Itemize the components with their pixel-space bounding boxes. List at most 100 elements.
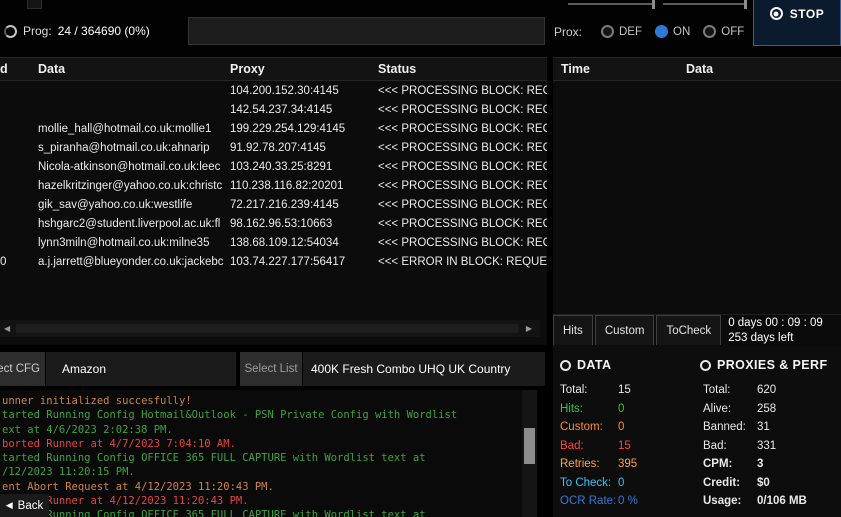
stat-label: Credit: [703, 477, 757, 489]
cell-status: <<< ERROR IN BLOCK: REQUE [378, 256, 547, 268]
data-icon [560, 360, 571, 371]
stat-value: 620 [757, 384, 776, 396]
proxy-stats-title: PROXIES & PERF [717, 358, 827, 372]
data-stats-header: DATA [560, 358, 611, 372]
capture-panel: Time Data HitsCustomToCheck 0 days 00 : … [553, 57, 841, 345]
select-cfg-button[interactable]: elect CFG [0, 352, 45, 386]
data-stat-row: Hits:0 [560, 400, 638, 419]
stat-label: Banned: [703, 421, 757, 433]
table-row[interactable]: 142.54.237.34:4145<<< PROCESSING BLOCK: … [0, 100, 547, 119]
radio-label: OFF [721, 26, 744, 38]
data-stats-title: DATA [577, 358, 611, 372]
slider-track[interactable] [568, 3, 654, 5]
col-header-capture-data: Data [678, 62, 841, 76]
col-header-status: Status [378, 62, 547, 76]
stat-label: Bad: [560, 440, 618, 452]
col-header-data: Data [30, 62, 228, 76]
proxy-option-on[interactable]: ON [655, 25, 690, 38]
select-list-button[interactable]: Select List [240, 352, 302, 386]
back-arrow-icon: ◀ [6, 500, 13, 511]
tab-hits[interactable]: Hits [553, 315, 593, 346]
radio-icon[interactable] [601, 25, 614, 38]
table-row[interactable]: Nicola-atkinson@hotmail.co.uk:leec103.24… [0, 157, 547, 176]
proxy-stat-row: Alive:258 [703, 400, 807, 419]
scrollbar-thumb[interactable] [16, 324, 518, 333]
scroll-right-icon[interactable]: ▶ [526, 324, 532, 333]
table-row[interactable]: 0a.j.jarrett@blueyonder.co.uk:jackebc103… [0, 252, 547, 271]
data-stat-row: Custom:0 [560, 418, 638, 437]
result-tabs: HitsCustomToCheck [553, 315, 721, 346]
back-button[interactable]: ◀ Back [0, 494, 49, 517]
cell-data: Nicola-atkinson@hotmail.co.uk:leec [30, 161, 228, 173]
proxy-stats-rows: Total:620Alive:258Banned:31Bad:331CPM:3C… [703, 381, 807, 511]
proxy-option-off[interactable]: OFF [703, 25, 744, 38]
stat-label: CPM: [703, 458, 757, 470]
table-row[interactable]: gik_sav@yahoo.co.uk:westlife72.217.216.2… [0, 195, 547, 214]
cell-data: hazelkritzinger@yahoo.co.uk:christc [30, 180, 228, 192]
stat-value: 0 [618, 421, 624, 433]
cell-status: <<< PROCESSING BLOCK: REC [378, 199, 547, 211]
radio-label: ON [673, 26, 690, 38]
data-stat-row: To Check:0 [560, 474, 638, 493]
cell-data: hshgarc2@student.liverpool.ac.uk:fl [30, 218, 228, 230]
table-row[interactable]: lynn3miln@hotmail.co.uk:milne35138.68.10… [0, 233, 547, 252]
proxy-stat-row: CPM:3 [703, 455, 807, 474]
record-icon [770, 7, 783, 20]
radio-icon[interactable] [703, 25, 716, 38]
log-scrollbar[interactable] [522, 390, 537, 517]
scroll-left-icon[interactable]: ◀ [4, 324, 10, 333]
stat-label: Bad: [703, 440, 757, 452]
command-input[interactable] [188, 17, 545, 45]
table-row[interactable]: hazelkritzinger@yahoo.co.uk:christc110.2… [0, 176, 547, 195]
timer: 0 days 00 : 09 : 09 253 days left [728, 315, 823, 346]
stat-value: 395 [618, 458, 637, 470]
timer-elapsed: 0 days 00 : 09 : 09 [728, 316, 823, 331]
cell-proxy: 103.74.227.177:56417 [228, 256, 378, 268]
log-line: ext at 4/6/2023 2:02:38 PM. [2, 423, 522, 437]
cell-proxy: 103.240.33.25:8291 [228, 161, 378, 173]
stat-value: 258 [757, 403, 776, 415]
proxy-stat-row: Bad:331 [703, 437, 807, 456]
radio-label: DEF [619, 26, 642, 38]
stat-label: OCR Rate: [560, 495, 618, 507]
table-row[interactable]: hshgarc2@student.liverpool.ac.uk:fl98.16… [0, 214, 547, 233]
log-line: borted Runner at 4/7/2023 7:04:10 AM. [2, 437, 522, 451]
stat-value: 15 [618, 440, 631, 452]
slider-handle[interactable] [652, 0, 655, 9]
slider-track[interactable] [663, 3, 746, 5]
radio-icon[interactable] [655, 25, 668, 38]
cell-status: <<< PROCESSING BLOCK: REC [378, 85, 547, 97]
results-table-body: 104.200.152.30:4145<<< PROCESSING BLOCK:… [0, 81, 547, 271]
top-bar: Prog: 24 / 364690 (0%) Prox: DEFONOFF ST… [0, 0, 841, 57]
horizontal-scrollbar[interactable]: ◀ ▶ [0, 320, 540, 337]
bottom-left-section: elect CFG Amazon Select List 400K Fresh … [0, 345, 547, 517]
stop-button[interactable]: STOP [753, 0, 841, 46]
cell-status: <<< PROCESSING BLOCK: REC [378, 180, 547, 192]
results-table-header: d Data Proxy Status [0, 58, 547, 81]
tab-tocheck[interactable]: ToCheck [656, 315, 721, 346]
back-label: Back [18, 500, 44, 512]
proxy-stat-row: Usage:0/106 MB [703, 492, 807, 511]
data-stat-row: Total:15 [560, 381, 638, 400]
progress-value: 24 / 364690 (0%) [58, 24, 150, 38]
cell-status: <<< PROCESSING BLOCK: REC [378, 104, 547, 116]
config-name-field: Amazon [46, 352, 236, 386]
cell-proxy: 142.54.237.34:4145 [228, 104, 378, 116]
table-row[interactable]: s_piranha@hotmail.co.uk:ahnarip91.92.78.… [0, 138, 547, 157]
tab-custom[interactable]: Custom [595, 315, 655, 346]
log-scrollbar-thumb[interactable] [524, 428, 535, 464]
log-line: ent Abort Request at 4/12/2023 11:20:43 … [2, 480, 522, 494]
data-stat-row: OCR Rate:0 % [560, 492, 638, 511]
table-row[interactable]: mollie_hall@hotmail.co.uk:mollie1199.229… [0, 119, 547, 138]
proxy-option-def[interactable]: DEF [601, 25, 642, 38]
log-line: tarted Running Config OFFICE 365 FULL CA… [2, 451, 522, 465]
table-row[interactable]: 104.200.152.30:4145<<< PROCESSING BLOCK:… [0, 81, 547, 100]
stat-value: 15 [618, 384, 631, 396]
proxy-stat-row: Banned:31 [703, 418, 807, 437]
stat-label: Retries: [560, 458, 618, 470]
stat-value: 0 [618, 403, 624, 415]
cell-status: <<< PROCESSING BLOCK: REC [378, 142, 547, 154]
slider-handle[interactable] [744, 0, 747, 9]
result-tabs-row: HitsCustomToCheck 0 days 00 : 09 : 09 25… [553, 314, 841, 346]
log-line: tarted Running Config Hotmail&Outlook - … [2, 408, 522, 422]
